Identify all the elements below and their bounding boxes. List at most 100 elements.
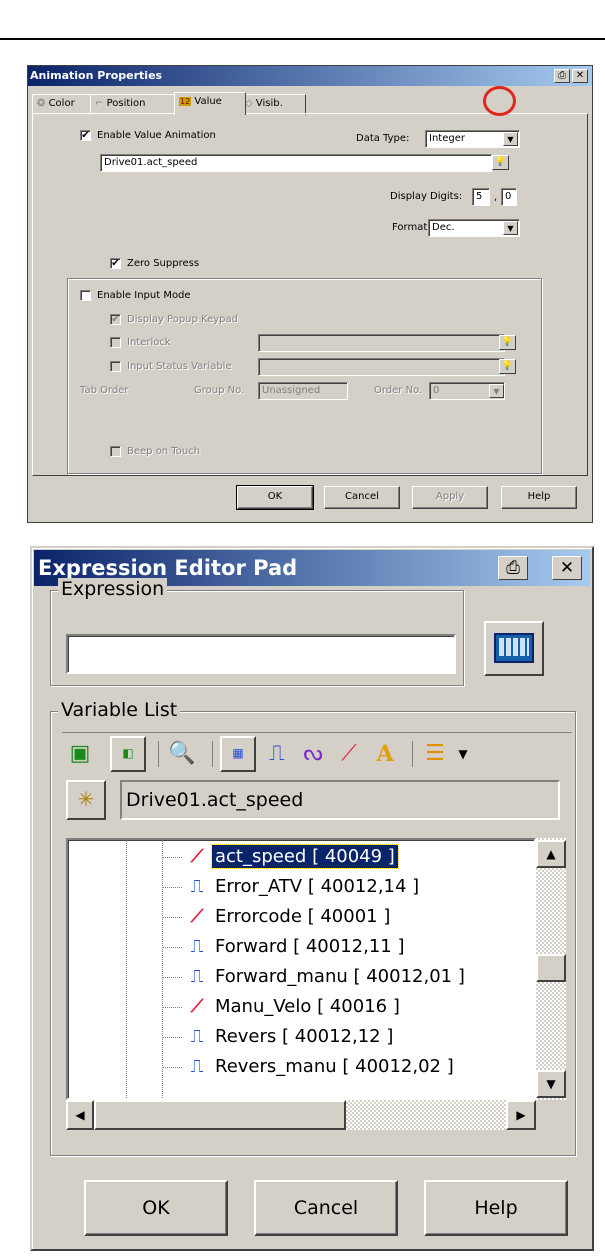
tree-item[interactable]: ⟋ act_speed [ 40049 ] (162, 842, 399, 872)
tab-visibility[interactable]: ◇ Visib. (240, 94, 306, 115)
tab-value[interactable]: 12 Value (174, 92, 246, 115)
variable-expression-field[interactable]: Drive01.act_speed (100, 154, 492, 172)
tree-item-label: act_speed [ 40049 ] (211, 844, 399, 869)
tab-order-label: Tab Order (80, 385, 129, 396)
enable-value-animation-checkbox[interactable]: ✔ (80, 130, 91, 141)
input-mode-group: Enable Input Mode ✔ Display Popup Keypad… (67, 278, 542, 474)
scroll-thumb[interactable] (536, 954, 566, 982)
enable-input-mode-label: Enable Input Mode (97, 290, 191, 301)
toolbar-separator (212, 741, 213, 767)
string-variable-icon[interactable]: A (370, 739, 400, 771)
lightbulb-icon[interactable]: 💡 (492, 155, 509, 170)
variable-icon[interactable]: ▣ (68, 739, 92, 771)
digital-variable-icon[interactable]: ⎍ (262, 739, 292, 771)
tree-item[interactable]: ⎍ Error_ATV [ 40012,14 ] (162, 872, 422, 902)
cancel-button[interactable]: Cancel (254, 1180, 398, 1236)
format-label: Format: (392, 222, 431, 233)
chevron-down-icon[interactable]: ▼ (503, 221, 518, 235)
zero-suppress-checkbox[interactable]: ✔ (110, 258, 121, 269)
tree-connector (162, 1066, 182, 1068)
position-tab-icon: ⌐ (95, 98, 104, 109)
ok-button[interactable]: OK (236, 485, 314, 510)
interlock-checkbox[interactable] (110, 337, 121, 348)
tree-item[interactable]: ⎍ Revers [ 40012,12 ] (162, 1022, 396, 1052)
lightbulb-icon[interactable]: 💡 (499, 335, 516, 350)
tree-guide-line (126, 840, 127, 1098)
digital-variable-icon: ⎍ (190, 1026, 204, 1047)
tree-item[interactable]: ⎍ Forward_manu [ 40012,01 ] (162, 962, 468, 992)
lightbulb-icon[interactable]: 💡 (499, 359, 516, 374)
scroll-left-button[interactable]: ◀ (66, 1100, 94, 1130)
display-digits-decimal-field[interactable]: 0 (501, 188, 517, 206)
horizontal-scrollbar[interactable]: ◀ ▶ (66, 1100, 536, 1130)
color-tab-icon: ❂ (37, 98, 46, 109)
expression-group-label: Expression (58, 578, 168, 600)
tab-position[interactable]: ⌐ Position (90, 94, 180, 115)
tree-connector (162, 946, 182, 948)
tree-connector (162, 976, 182, 978)
input-status-variable-checkbox[interactable] (110, 361, 121, 372)
browse-variable-icon[interactable]: ✳ (66, 780, 106, 820)
tree-connector (162, 916, 182, 918)
help-button[interactable]: Help (424, 1180, 568, 1236)
chevron-down-icon[interactable]: ▼ (454, 739, 472, 771)
apply-button[interactable]: Apply (412, 486, 488, 509)
digital-variable-icon: ⎍ (190, 966, 204, 987)
print-icon[interactable]: ⎙ (498, 556, 528, 580)
input-status-variable-field[interactable] (258, 358, 505, 376)
analog-wave-icon[interactable]: ᔓ (298, 739, 328, 771)
dialog-title: Animation Properties (28, 66, 592, 86)
chevron-down-icon[interactable]: ▼ (503, 132, 518, 146)
display-popup-keypad-checkbox[interactable]: ✔ (110, 314, 121, 325)
ok-button[interactable]: OK (84, 1180, 228, 1236)
interlock-label: Interlock (127, 337, 171, 348)
close-icon[interactable]: ✕ (552, 556, 582, 580)
display-digits-integer-field[interactable]: 5 (472, 188, 490, 206)
tree-item[interactable]: ⎍ Forward [ 40012,11 ] (162, 932, 407, 962)
animation-properties-dialog: Animation Properties ⎙ ✕ ❂ Color ⌐ Posit… (27, 65, 593, 523)
chevron-down-icon[interactable]: ▼ (489, 384, 504, 398)
expression-input[interactable] (66, 634, 456, 674)
vertical-scrollbar[interactable]: ▲ ▼ (536, 838, 566, 1100)
tree-item[interactable]: ⟋ Errorcode [ 40001 ] (162, 902, 393, 932)
tab-label: Position (106, 98, 146, 109)
interlock-field[interactable] (258, 334, 505, 352)
help-button[interactable]: Help (501, 486, 577, 509)
scroll-down-button[interactable]: ▼ (536, 1070, 566, 1098)
data-type-label: Data Type: (356, 133, 410, 144)
scroll-right-button[interactable]: ▶ (506, 1100, 536, 1130)
tab-label: Color (48, 98, 75, 109)
close-icon[interactable]: ✕ (572, 69, 588, 83)
scroll-up-button[interactable]: ▲ (536, 840, 566, 868)
zero-suppress-label: Zero Suppress (127, 258, 200, 269)
display-digits-label: Display Digits: (390, 191, 463, 202)
integer-variable-icon: ⟋ (190, 996, 204, 1017)
tab-label: Visib. (255, 98, 283, 109)
tree-connector (162, 1036, 182, 1038)
integer-variable-icon[interactable]: ⟋ (334, 739, 364, 771)
all-types-icon[interactable]: ▦ (220, 736, 256, 772)
variable-group-icon[interactable]: ◧ (110, 736, 146, 772)
tab-color[interactable]: ❂ Color (32, 94, 96, 115)
group-no-field[interactable]: Unassigned (258, 382, 348, 400)
toolbar-separator (158, 741, 159, 767)
beep-on-touch-checkbox[interactable] (110, 446, 121, 457)
variable-toolbar: ▣ ◧ 🔍 ▦ ⎍ ᔓ ⟋ A ☰ ▼ (62, 732, 572, 774)
scroll-thumb[interactable] (94, 1100, 346, 1130)
enable-input-mode-checkbox[interactable] (80, 290, 91, 301)
cancel-button[interactable]: Cancel (324, 486, 400, 509)
keypad-button[interactable] (484, 621, 544, 676)
tree-rows: ⟋ act_speed [ 40049 ] ⎍ Error_ATV [ 40012,1… (162, 842, 534, 1098)
tree-connector (162, 1006, 182, 1008)
tree-item[interactable]: ⟋ Manu_Velo [ 40016 ] (162, 992, 403, 1022)
scrollbar-corner (536, 1100, 566, 1130)
tree-item[interactable]: ⎍ Revers_manu [ 40012,02 ] (162, 1052, 457, 1082)
variable-list-group-label: Variable List (58, 699, 181, 721)
variable-tree[interactable]: ⟋ act_speed [ 40049 ] ⎍ Error_ATV [ 40012,1… (66, 838, 536, 1100)
sort-icon[interactable]: ☰ (420, 739, 450, 771)
integer-variable-icon: ⟋ (190, 846, 204, 867)
tree-item-label: Errorcode [ 40001 ] (215, 906, 391, 927)
value-tab-panel: ✔ Enable Value Animation Data Type: Inte… (32, 113, 588, 476)
print-icon[interactable]: ⎙ (554, 69, 570, 83)
find-variable-icon[interactable]: 🔍 (166, 739, 198, 771)
